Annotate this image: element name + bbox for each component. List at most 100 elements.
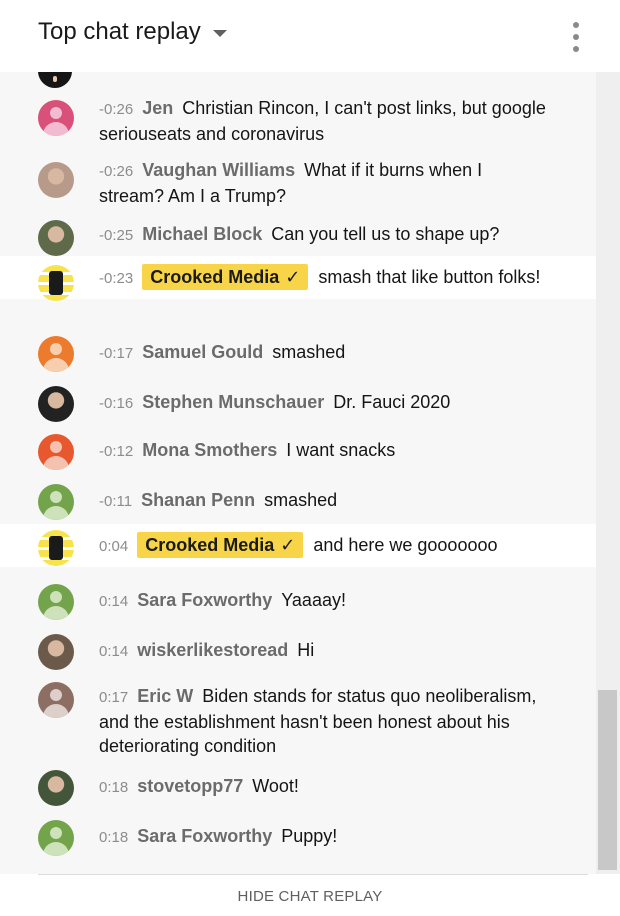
message-timestamp: 0:04 xyxy=(99,538,129,555)
chat-message: 0:14 wiskerlikestoread Hi xyxy=(0,634,596,670)
author-name[interactable]: Mona Smothers xyxy=(142,440,277,460)
avatar[interactable] xyxy=(38,530,74,566)
message-timestamp: 0:14 xyxy=(99,593,129,610)
avatar-body xyxy=(43,842,69,856)
avatar-body xyxy=(43,358,69,372)
message-text: Yaaaay! xyxy=(281,590,346,610)
message-timestamp: 0:18 xyxy=(99,829,129,846)
chat-message-list[interactable]: -0:26 Jen Christian Rincon, I can't post l… xyxy=(0,72,596,874)
chat-message: 0:18 stovetopp77 Woot! xyxy=(0,770,596,806)
kebab-dot xyxy=(573,46,579,52)
avatar[interactable] xyxy=(38,336,74,372)
message-line: -0:17 Samuel Gould smashed xyxy=(99,340,546,366)
kebab-menu-icon[interactable] xyxy=(566,22,586,52)
avatar-body xyxy=(43,506,69,520)
kebab-dot xyxy=(573,34,579,40)
author-name[interactable]: stovetopp77 xyxy=(137,776,243,796)
message-timestamp: 0:14 xyxy=(99,643,129,660)
message-text: Dr. Fauci 2020 xyxy=(333,392,451,412)
avatar[interactable] xyxy=(38,220,74,256)
author-name[interactable]: Shanan Penn xyxy=(141,490,255,510)
verified-check-icon: ✓ xyxy=(285,267,301,287)
avatar-head xyxy=(50,827,62,839)
message-text: Puppy! xyxy=(281,826,338,846)
author-name: Crooked Media xyxy=(145,535,275,555)
message-line: 0:14 wiskerlikestoread Hi xyxy=(99,638,546,664)
message-timestamp: -0:26 xyxy=(99,163,134,180)
author-name[interactable]: Samuel Gould xyxy=(142,342,263,362)
avatar[interactable] xyxy=(38,265,74,301)
avatar[interactable] xyxy=(38,386,74,422)
chat-footer: HIDE CHAT REPLAY xyxy=(0,875,620,916)
message-line: -0:26 Vaughan Williams What if it burns wh… xyxy=(99,158,546,208)
avatar-head xyxy=(50,107,62,119)
author-name: Crooked Media xyxy=(150,267,280,287)
avatar[interactable] xyxy=(38,584,74,620)
chat-message: -0:26 Vaughan Williams What if it burns wh… xyxy=(0,158,596,208)
avatar[interactable] xyxy=(38,162,74,198)
author-badge[interactable]: Crooked Media ✓ xyxy=(142,264,309,290)
caret-down-icon xyxy=(212,29,227,37)
message-text: and here we gooooooo xyxy=(313,535,498,555)
message-text: Can you tell us to shape up? xyxy=(271,224,500,244)
avatar-body xyxy=(43,704,69,718)
message-line: -0:16 Stephen Munschauer Dr. Fauci 2020 xyxy=(99,390,546,416)
message-text: Hi xyxy=(297,640,315,660)
author-name[interactable]: Vaughan Williams xyxy=(142,160,295,180)
chat-mode-label: Top chat replay xyxy=(38,18,201,45)
avatar-head xyxy=(50,591,62,603)
message-timestamp: -0:11 xyxy=(99,493,133,510)
avatar[interactable] xyxy=(38,770,74,806)
avatar-head xyxy=(50,441,62,453)
avatar-body xyxy=(43,606,69,620)
kebab-dot xyxy=(573,22,579,28)
author-name[interactable]: Sara Foxworthy xyxy=(137,826,272,846)
avatar-body xyxy=(43,122,69,136)
avatar[interactable] xyxy=(38,820,74,856)
avatar[interactable] xyxy=(38,634,74,670)
hide-chat-replay-button[interactable]: HIDE CHAT REPLAY xyxy=(238,888,383,905)
chat-message: 0:18 Sara Foxworthy Puppy! xyxy=(0,820,596,856)
divider xyxy=(38,874,588,875)
chat-message: 0:14 Sara Foxworthy Yaaaay! xyxy=(0,584,596,620)
avatar xyxy=(38,72,72,88)
message-line: -0:11 Shanan Penn smashed xyxy=(99,488,546,514)
avatar[interactable] xyxy=(38,434,74,470)
verified-check-icon: ✓ xyxy=(280,535,296,555)
crooked-logo-icon xyxy=(49,536,63,560)
chat-message: -0:17 Samuel Gould smashed xyxy=(0,336,596,372)
author-name[interactable]: Sara Foxworthy xyxy=(137,590,272,610)
scrollbar-thumb[interactable] xyxy=(598,690,617,870)
chat-message: -0:23 Crooked Media ✓ smash that like butto… xyxy=(0,256,596,301)
message-text: smash that like button folks! xyxy=(318,267,541,287)
author-name[interactable]: Stephen Munschauer xyxy=(142,392,324,412)
author-name[interactable]: Jen xyxy=(142,98,173,118)
message-line: -0:26 Jen Christian Rincon, I can't post l… xyxy=(99,96,546,146)
avatar-head xyxy=(50,343,62,355)
avatar[interactable] xyxy=(38,682,74,718)
crooked-logo-icon xyxy=(49,271,63,295)
avatar[interactable] xyxy=(38,100,74,136)
message-line: 0:18 Sara Foxworthy Puppy! xyxy=(99,824,546,850)
message-timestamp: -0:12 xyxy=(99,443,134,460)
avatar-body xyxy=(43,456,69,470)
chat-message: -0:12 Mona Smothers I want snacks xyxy=(0,434,596,470)
chat-mode-dropdown[interactable]: Top chat replay xyxy=(38,18,227,46)
message-line: -0:23 Crooked Media ✓ smash that like butto… xyxy=(99,264,546,291)
message-line: -0:25 Michael Block Can you tell us to sha… xyxy=(99,222,546,248)
chat-message: 0:17 Eric W Biden stands for status quo ne… xyxy=(0,682,596,758)
chat-message: 0:04 Crooked Media ✓ and here we gooooooo xyxy=(0,524,596,567)
message-text: I want snacks xyxy=(286,440,396,460)
chat-message: -0:16 Stephen Munschauer Dr. Fauci 2020 xyxy=(0,386,596,422)
message-timestamp: -0:17 xyxy=(99,345,134,362)
message-timestamp: -0:25 xyxy=(99,227,134,244)
avatar-head xyxy=(50,689,62,701)
author-badge[interactable]: Crooked Media ✓ xyxy=(137,532,304,558)
author-name[interactable]: Michael Block xyxy=(142,224,262,244)
message-line: 0:18 stovetopp77 Woot! xyxy=(99,774,546,800)
message-line: 0:04 Crooked Media ✓ and here we gooooooo xyxy=(99,532,546,559)
avatar[interactable] xyxy=(38,484,74,520)
author-name[interactable]: Eric W xyxy=(137,686,193,706)
message-timestamp: -0:16 xyxy=(99,395,134,412)
author-name[interactable]: wiskerlikestoread xyxy=(137,640,288,660)
